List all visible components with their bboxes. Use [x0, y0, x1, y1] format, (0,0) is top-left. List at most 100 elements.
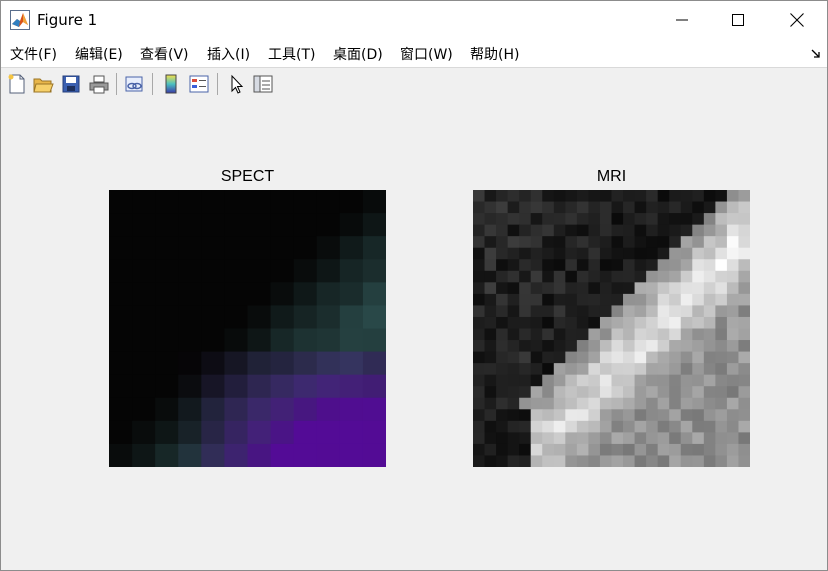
- menu-help[interactable]: 帮助(H): [470, 44, 519, 64]
- mri-pixel: [738, 305, 750, 318]
- spect-pixel: [293, 397, 318, 422]
- mri-pixel: [738, 340, 750, 353]
- mri-pixel: [496, 328, 509, 341]
- menu-file[interactable]: 文件(F): [10, 44, 57, 64]
- spect-pixel: [155, 259, 179, 283]
- close-icon: [790, 13, 804, 27]
- mri-pixel: [565, 455, 578, 467]
- matlab-logo-icon: [10, 10, 30, 30]
- spect-pixel: [270, 443, 295, 467]
- mri-pixel: [565, 316, 578, 330]
- mri-pixel: [669, 247, 682, 260]
- mri-pixel: [646, 190, 659, 203]
- menu-window[interactable]: 窗口(W): [400, 44, 453, 64]
- spect-pixel: [247, 213, 272, 237]
- mri-pixel: [496, 224, 509, 237]
- mri-pixel: [692, 305, 705, 318]
- mri-pixel: [703, 374, 716, 387]
- mri-pixel: [726, 363, 740, 376]
- mri-pixel: [646, 443, 659, 457]
- menu-edit[interactable]: 编辑(E): [75, 44, 123, 64]
- mri-pixel: [588, 374, 601, 387]
- mri-pixel: [738, 270, 750, 283]
- mri-pixel: [565, 420, 578, 433]
- spect-pixel: [224, 282, 249, 307]
- open-file-button[interactable]: [32, 73, 54, 95]
- mri-pixel: [623, 340, 636, 353]
- mri-pixel: [703, 224, 716, 237]
- spect-pixel: [132, 213, 156, 237]
- mri-pixel: [715, 409, 728, 422]
- mri-pixel: [634, 316, 647, 330]
- mri-pixel: [542, 201, 555, 214]
- spect-image[interactable]: [109, 190, 386, 467]
- mri-pixel: [542, 224, 555, 237]
- mri-pixel: [646, 282, 659, 295]
- save-button[interactable]: [60, 73, 82, 95]
- property-inspector-icon: [253, 75, 273, 93]
- insert-legend-button[interactable]: [188, 73, 210, 95]
- mri-pixel: [634, 270, 647, 283]
- mri-pixel: [507, 351, 520, 364]
- mri-pixel: [576, 316, 590, 330]
- mri-pixel: [507, 293, 520, 307]
- mri-pixel: [484, 293, 497, 307]
- mri-pixel: [715, 293, 728, 307]
- menu-tools[interactable]: 工具(T): [268, 44, 315, 64]
- spect-pixel: [201, 305, 226, 330]
- mri-pixel: [634, 443, 647, 457]
- mri-pixel: [530, 282, 543, 295]
- mri-pixel: [680, 213, 693, 226]
- mri-pixel: [646, 201, 659, 214]
- spect-pixel: [362, 443, 386, 467]
- mri-pixel: [715, 201, 728, 214]
- menu-view[interactable]: 查看(V): [140, 44, 189, 64]
- mri-pixel: [507, 420, 520, 433]
- spect-pixel: [247, 374, 272, 399]
- mri-pixel: [634, 351, 647, 364]
- minimize-button[interactable]: [659, 1, 705, 39]
- mri-pixel: [565, 328, 578, 341]
- maximize-button[interactable]: [715, 1, 761, 39]
- menu-desktop[interactable]: 桌面(D): [333, 44, 383, 64]
- mri-pixel: [634, 386, 647, 399]
- mri-pixel: [657, 409, 670, 422]
- mri-pixel: [484, 420, 497, 433]
- spect-pixel: [270, 190, 295, 214]
- title-bar[interactable]: Figure 1: [1, 1, 827, 39]
- mri-pixel: [669, 455, 682, 467]
- spect-pixel: [293, 213, 318, 237]
- mri-pixel: [599, 340, 613, 353]
- mri-pixel: [703, 305, 716, 318]
- property-inspector-button[interactable]: [252, 73, 274, 95]
- new-figure-button[interactable]: [6, 73, 28, 95]
- mri-pixel: [738, 190, 750, 203]
- mri-pixel: [484, 397, 497, 410]
- mri-pixel: [623, 374, 636, 387]
- spect-pixel: [132, 259, 156, 283]
- spect-pixel: [362, 420, 386, 445]
- mri-pixel: [623, 386, 636, 399]
- print-button[interactable]: [88, 73, 110, 95]
- mri-pixel: [657, 305, 670, 318]
- mri-pixel: [542, 351, 555, 364]
- menu-insert[interactable]: 插入(I): [207, 44, 250, 64]
- edit-plot-button[interactable]: [225, 73, 247, 95]
- mri-image[interactable]: [473, 190, 750, 467]
- mri-pixel: [634, 293, 647, 307]
- mri-pixel: [565, 351, 578, 364]
- menu-overflow-arrow-icon[interactable]: [811, 49, 821, 59]
- mri-pixel: [611, 386, 624, 399]
- mri-pixel: [519, 305, 532, 318]
- mri-pixel: [576, 340, 590, 353]
- insert-colorbar-button[interactable]: [160, 73, 182, 95]
- mri-pixel: [646, 270, 659, 283]
- spect-pixel: [109, 351, 133, 376]
- mri-pixel: [599, 443, 613, 457]
- mri-pixel: [588, 259, 601, 272]
- mri-pixel: [646, 432, 659, 445]
- link-plot-button[interactable]: [123, 73, 145, 95]
- save-icon: [62, 75, 80, 93]
- close-button[interactable]: [774, 1, 820, 39]
- mri-pixel: [669, 224, 682, 237]
